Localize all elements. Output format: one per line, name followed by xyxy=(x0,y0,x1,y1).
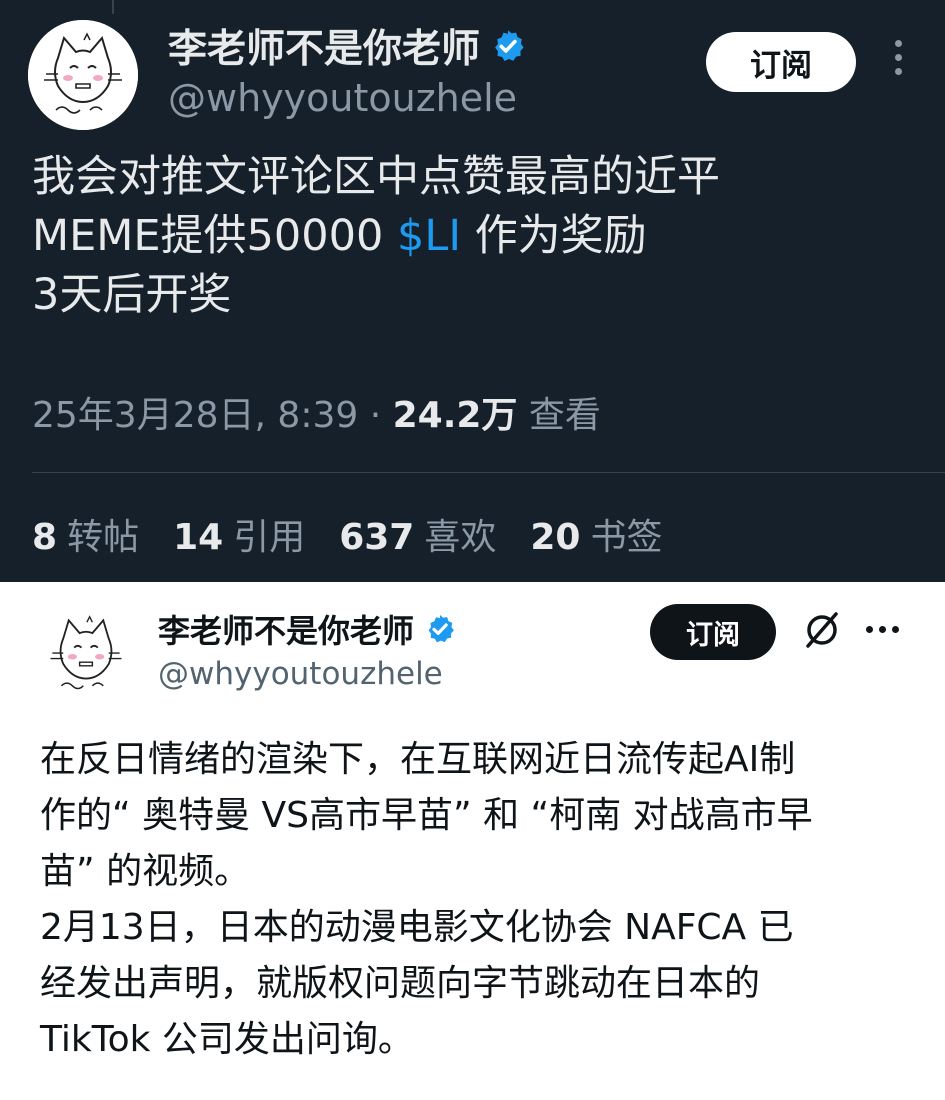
author-name[interactable]: 李老师不是你老师 xyxy=(168,18,526,74)
tweet-text: 在反日情绪的渲染下，在互联网近日流传起AI制 作的“ 奥特曼 VS高市早苗” 和… xyxy=(40,732,940,1068)
quotes-label: 引用 xyxy=(233,517,306,558)
views-label: 查看 xyxy=(528,395,601,436)
tweet-line: 作的“ 奥特曼 VS高市早苗” 和 “柯南 对战高市早 xyxy=(40,795,813,836)
tweet-meta: 25年3月28日, 8:39 · 24.2万 查看 xyxy=(32,386,601,438)
light-tweet-screenshot: 李老师不是你老师 @whyyoutouzhele 订阅 在反日情绪的渲染下，在互… xyxy=(0,582,945,1100)
tweet-line: 在反日情绪的渲染下，在互联网近日流传起AI制 xyxy=(40,739,796,780)
tweet-line: MEME提供50000 $LI 作为奖励 xyxy=(32,207,932,266)
author-name[interactable]: 李老师不是你老师 xyxy=(158,606,456,652)
tweet-line: 2月13日，日本的动漫电影文化协会 NAFCA 已 xyxy=(40,907,794,948)
likes-stat[interactable]: 637 喜欢 xyxy=(339,508,496,560)
more-options-icon[interactable] xyxy=(888,40,908,84)
cat-sketch-avatar-icon xyxy=(36,604,136,704)
bookmarks-label: 书签 xyxy=(590,517,663,558)
author-handle[interactable]: @whyyoutouzhele xyxy=(158,656,443,692)
tweet-line: 经发出声明，就版权问题向字节跳动在日本的 xyxy=(40,963,761,1004)
engagement-stats: 8 转帖 14 引用 637 喜欢 20 书签 xyxy=(32,508,663,560)
reposts-count: 8 xyxy=(32,517,58,558)
display-name[interactable]: 李老师不是你老师 xyxy=(168,18,480,74)
cat-sketch-avatar-icon xyxy=(28,20,138,130)
bookmarks-count: 20 xyxy=(530,517,581,558)
subscribe-button[interactable]: 订阅 xyxy=(650,604,776,660)
grok-icon[interactable] xyxy=(800,608,844,652)
tweet-text: 我会对推文评论区中点赞最高的近平 MEME提供50000 $LI 作为奖励 3天… xyxy=(32,148,932,325)
tweet-text-segment: 作为奖励 xyxy=(474,211,647,261)
cashtag-link[interactable]: $LI xyxy=(397,211,461,261)
avatar[interactable] xyxy=(28,20,138,130)
more-options-icon[interactable] xyxy=(866,626,906,636)
likes-label: 喜欢 xyxy=(424,517,497,558)
reposts-label: 转帖 xyxy=(67,517,140,558)
tweet-line: 我会对推文评论区中点赞最高的近平 xyxy=(32,152,720,202)
author-handle[interactable]: @whyyoutouzhele xyxy=(168,76,517,120)
quotes-stat[interactable]: 14 引用 xyxy=(173,508,305,560)
avatar[interactable] xyxy=(36,604,136,704)
thread-connector-line xyxy=(112,0,114,14)
quotes-count: 14 xyxy=(173,517,224,558)
tweet-text-segment: MEME提供50000 xyxy=(32,211,384,261)
divider xyxy=(32,472,945,473)
subscribe-button[interactable]: 订阅 xyxy=(706,32,856,92)
verified-badge-icon xyxy=(428,615,454,643)
dark-tweet-screenshot: 李老师不是你老师 @whyyoutouzhele 订阅 我会对推文评论区中点赞最… xyxy=(0,0,945,582)
reposts-stat[interactable]: 8 转帖 xyxy=(32,508,139,560)
verified-badge-icon xyxy=(495,30,524,61)
views-count: 24.2万 xyxy=(392,395,518,436)
display-name[interactable]: 李老师不是你老师 xyxy=(158,606,414,652)
tweet-line: TikTok 公司发出问询。 xyxy=(40,1019,414,1060)
tweet-line: 3天后开奖 xyxy=(32,270,232,320)
timestamp[interactable]: 25年3月28日, 8:39 · xyxy=(32,395,381,436)
bookmarks-stat[interactable]: 20 书签 xyxy=(530,508,662,560)
tweet-line: 苗” 的视频。 xyxy=(40,851,251,892)
likes-count: 637 xyxy=(339,517,415,558)
